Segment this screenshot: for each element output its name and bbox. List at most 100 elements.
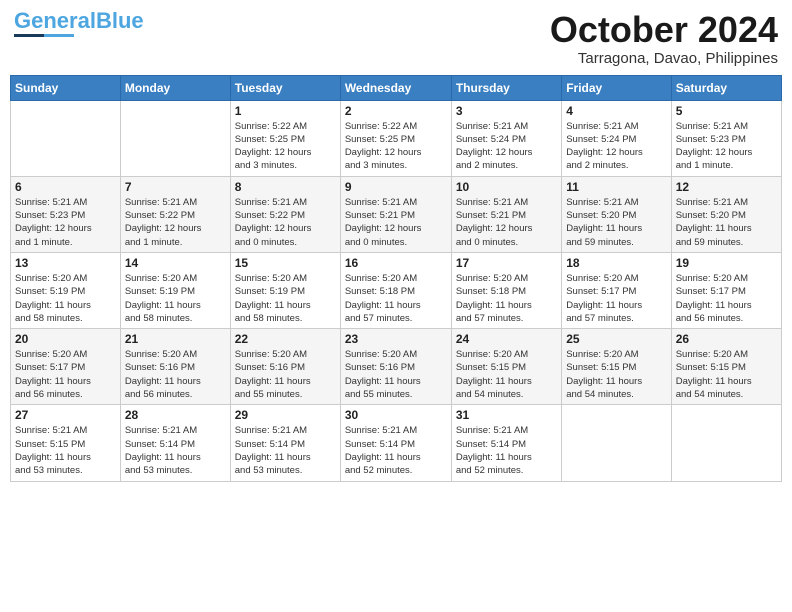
calendar-cell <box>562 405 671 481</box>
calendar-cell: 11Sunrise: 5:21 AM Sunset: 5:20 PM Dayli… <box>562 176 671 252</box>
cell-info: Sunrise: 5:21 AM Sunset: 5:22 PM Dayligh… <box>125 196 226 249</box>
day-number: 23 <box>345 332 447 346</box>
day-number: 24 <box>456 332 557 346</box>
calendar-cell: 10 Sunrise: 5:21 AM Sunset: 5:21 PM Dayli… <box>451 176 561 252</box>
calendar-cell: 23 Sunrise: 5:20 AM Sunset: 5:16 PM Dayli… <box>340 329 451 405</box>
calendar-cell: 30Sunrise: 5:21 AM Sunset: 5:14 PM Dayli… <box>340 405 451 481</box>
day-number: 1 <box>235 104 336 118</box>
cell-info: Sunrise: 5:21 AM Sunset: 5:22 PM Dayligh… <box>235 196 336 249</box>
day-number: 2 <box>345 104 447 118</box>
calendar-week-row: 13 Sunrise: 5:20 AM Sunset: 5:19 PM Dayli… <box>11 252 782 328</box>
cell-info: Sunrise: 5:20 AM Sunset: 5:17 PM Dayligh… <box>566 272 666 325</box>
calendar-header-friday: Friday <box>562 75 671 100</box>
calendar-header-thursday: Thursday <box>451 75 561 100</box>
calendar-cell: 4 Sunrise: 5:21 AM Sunset: 5:24 PM Daylig… <box>562 100 671 176</box>
day-number: 29 <box>235 408 336 422</box>
cell-info: Sunrise: 5:20 AM Sunset: 5:19 PM Dayligh… <box>125 272 226 325</box>
cell-info: Sunrise: 5:21 AM Sunset: 5:21 PM Dayligh… <box>345 196 447 249</box>
cell-info: Sunrise: 5:20 AM Sunset: 5:19 PM Dayligh… <box>235 272 336 325</box>
cell-info: Sunrise: 5:21 AM Sunset: 5:21 PM Dayligh… <box>456 196 557 249</box>
day-number: 21 <box>125 332 226 346</box>
day-number: 13 <box>15 256 116 270</box>
day-number: 9 <box>345 180 447 194</box>
cell-info: Sunrise: 5:21 AM Sunset: 5:20 PM Dayligh… <box>676 196 777 249</box>
day-number: 4 <box>566 104 666 118</box>
day-number: 31 <box>456 408 557 422</box>
day-number: 15 <box>235 256 336 270</box>
day-number: 25 <box>566 332 666 346</box>
calendar-week-row: 27Sunrise: 5:21 AM Sunset: 5:15 PM Dayli… <box>11 405 782 481</box>
cell-info: Sunrise: 5:21 AM Sunset: 5:24 PM Dayligh… <box>566 120 666 173</box>
logo-part1: General <box>14 8 96 33</box>
day-number: 14 <box>125 256 226 270</box>
page-header: GeneralBlue October 2024 Tarragona, Dava… <box>10 10 782 67</box>
calendar-cell: 18Sunrise: 5:20 AM Sunset: 5:17 PM Dayli… <box>562 252 671 328</box>
day-number: 28 <box>125 408 226 422</box>
calendar-cell: 2 Sunrise: 5:22 AM Sunset: 5:25 PM Daylig… <box>340 100 451 176</box>
calendar-cell: 20 Sunrise: 5:20 AM Sunset: 5:17 PM Dayli… <box>11 329 121 405</box>
day-number: 20 <box>15 332 116 346</box>
cell-info: Sunrise: 5:20 AM Sunset: 5:17 PM Dayligh… <box>15 348 116 401</box>
calendar-header-monday: Monday <box>120 75 230 100</box>
calendar-cell: 1 Sunrise: 5:22 AM Sunset: 5:25 PM Daylig… <box>230 100 340 176</box>
day-number: 8 <box>235 180 336 194</box>
calendar-week-row: 20 Sunrise: 5:20 AM Sunset: 5:17 PM Dayli… <box>11 329 782 405</box>
calendar-cell: 21Sunrise: 5:20 AM Sunset: 5:16 PM Dayli… <box>120 329 230 405</box>
location: Tarragona, Davao, Philippines <box>550 50 778 67</box>
day-number: 19 <box>676 256 777 270</box>
calendar-cell: 16Sunrise: 5:20 AM Sunset: 5:18 PM Dayli… <box>340 252 451 328</box>
day-number: 10 <box>456 180 557 194</box>
logo-underline <box>14 34 74 37</box>
calendar-cell: 25 Sunrise: 5:20 AM Sunset: 5:15 PM Dayli… <box>562 329 671 405</box>
cell-info: Sunrise: 5:21 AM Sunset: 5:14 PM Dayligh… <box>125 424 226 477</box>
calendar-cell: 28 Sunrise: 5:21 AM Sunset: 5:14 PM Dayli… <box>120 405 230 481</box>
logo-text: GeneralBlue <box>14 10 144 32</box>
cell-info: Sunrise: 5:21 AM Sunset: 5:15 PM Dayligh… <box>15 424 116 477</box>
cell-info: Sunrise: 5:21 AM Sunset: 5:14 PM Dayligh… <box>456 424 557 477</box>
day-number: 7 <box>125 180 226 194</box>
calendar-cell: 19Sunrise: 5:20 AM Sunset: 5:17 PM Dayli… <box>671 252 781 328</box>
cell-info: Sunrise: 5:20 AM Sunset: 5:15 PM Dayligh… <box>566 348 666 401</box>
day-number: 3 <box>456 104 557 118</box>
calendar-header-wednesday: Wednesday <box>340 75 451 100</box>
calendar-cell <box>11 100 121 176</box>
calendar-cell: 7 Sunrise: 5:21 AM Sunset: 5:22 PM Daylig… <box>120 176 230 252</box>
calendar-cell <box>120 100 230 176</box>
calendar-week-row: 1 Sunrise: 5:22 AM Sunset: 5:25 PM Daylig… <box>11 100 782 176</box>
cell-info: Sunrise: 5:22 AM Sunset: 5:25 PM Dayligh… <box>345 120 447 173</box>
calendar-cell: 12 Sunrise: 5:21 AM Sunset: 5:20 PM Dayli… <box>671 176 781 252</box>
calendar-cell: 13Sunrise: 5:20 AM Sunset: 5:19 PM Dayli… <box>11 252 121 328</box>
calendar-header-tuesday: Tuesday <box>230 75 340 100</box>
cell-info: Sunrise: 5:21 AM Sunset: 5:23 PM Dayligh… <box>15 196 116 249</box>
calendar-header-row: SundayMondayTuesdayWednesdayThursdayFrid… <box>11 75 782 100</box>
day-number: 16 <box>345 256 447 270</box>
calendar-table: SundayMondayTuesdayWednesdayThursdayFrid… <box>10 75 782 482</box>
calendar-cell: 14 Sunrise: 5:20 AM Sunset: 5:19 PM Dayli… <box>120 252 230 328</box>
calendar-cell: 9 Sunrise: 5:21 AM Sunset: 5:21 PM Daylig… <box>340 176 451 252</box>
calendar-cell: 29 Sunrise: 5:21 AM Sunset: 5:14 PM Dayli… <box>230 405 340 481</box>
day-number: 12 <box>676 180 777 194</box>
calendar-cell: 3 Sunrise: 5:21 AM Sunset: 5:24 PM Daylig… <box>451 100 561 176</box>
calendar-cell: 26 Sunrise: 5:20 AM Sunset: 5:15 PM Dayli… <box>671 329 781 405</box>
cell-info: Sunrise: 5:22 AM Sunset: 5:25 PM Dayligh… <box>235 120 336 173</box>
cell-info: Sunrise: 5:20 AM Sunset: 5:18 PM Dayligh… <box>456 272 557 325</box>
cell-info: Sunrise: 5:20 AM Sunset: 5:15 PM Dayligh… <box>456 348 557 401</box>
title-block: October 2024 Tarragona, Davao, Philippin… <box>550 10 778 67</box>
calendar-cell: 8 Sunrise: 5:21 AM Sunset: 5:22 PM Daylig… <box>230 176 340 252</box>
day-number: 6 <box>15 180 116 194</box>
month-title: October 2024 <box>550 10 778 50</box>
day-number: 26 <box>676 332 777 346</box>
cell-info: Sunrise: 5:21 AM Sunset: 5:14 PM Dayligh… <box>235 424 336 477</box>
cell-info: Sunrise: 5:21 AM Sunset: 5:24 PM Dayligh… <box>456 120 557 173</box>
calendar-cell: 31 Sunrise: 5:21 AM Sunset: 5:14 PM Dayli… <box>451 405 561 481</box>
logo: GeneralBlue <box>14 10 144 37</box>
cell-info: Sunrise: 5:20 AM Sunset: 5:15 PM Dayligh… <box>676 348 777 401</box>
calendar-cell: 22Sunrise: 5:20 AM Sunset: 5:16 PM Dayli… <box>230 329 340 405</box>
calendar-cell <box>671 405 781 481</box>
calendar-header-saturday: Saturday <box>671 75 781 100</box>
calendar-cell: 17Sunrise: 5:20 AM Sunset: 5:18 PM Dayli… <box>451 252 561 328</box>
calendar-week-row: 6 Sunrise: 5:21 AM Sunset: 5:23 PM Daylig… <box>11 176 782 252</box>
day-number: 5 <box>676 104 777 118</box>
cell-info: Sunrise: 5:20 AM Sunset: 5:16 PM Dayligh… <box>345 348 447 401</box>
day-number: 30 <box>345 408 447 422</box>
